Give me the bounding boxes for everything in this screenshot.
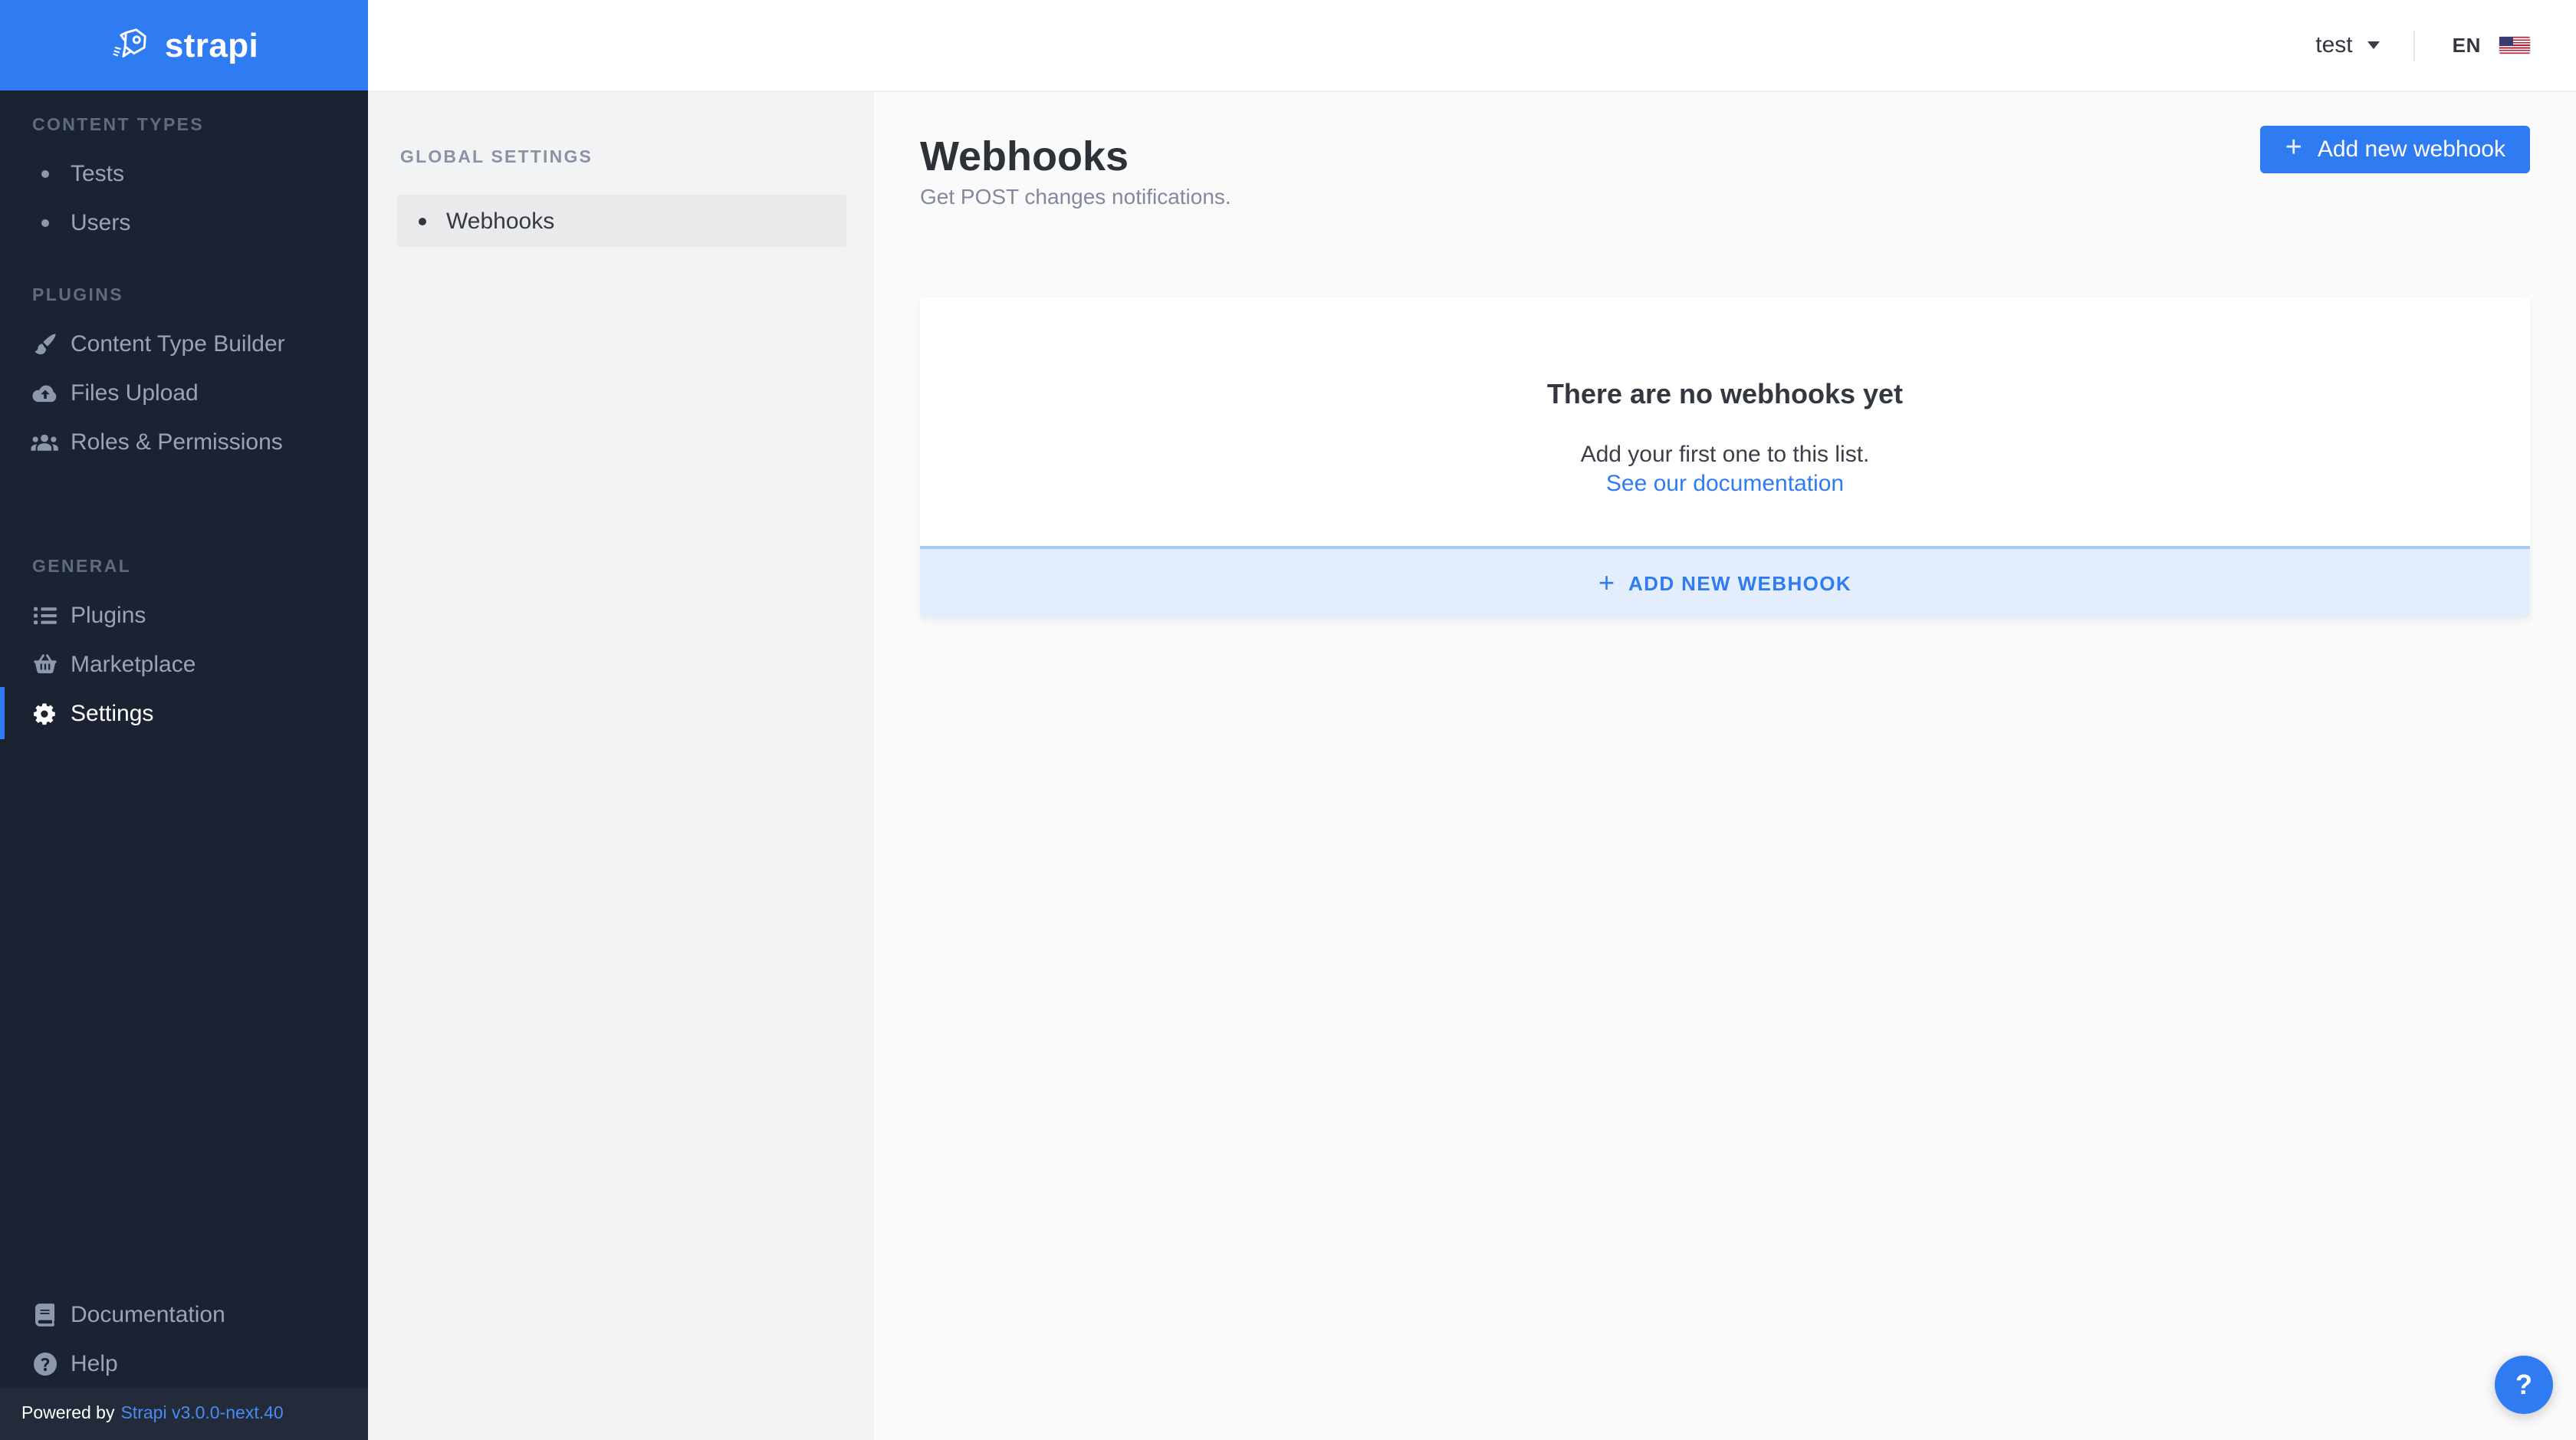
webhooks-empty-card: There are no webhooks yet Add your first… — [920, 298, 2530, 618]
subnav-item-webhooks[interactable]: Webhooks — [397, 195, 846, 247]
us-flag-icon — [2499, 37, 2530, 54]
documentation-link[interactable]: See our documentation — [920, 472, 2530, 497]
cloud-upload-icon — [31, 383, 58, 403]
bullet-icon — [31, 169, 58, 177]
section-label-content-types: CONTENT TYPES — [32, 117, 368, 135]
sidebar-item-label: Settings — [71, 700, 153, 726]
sidebar-item-label: Users — [71, 209, 130, 235]
list-icon — [31, 605, 58, 625]
global-settings-heading: GLOBAL SETTINGS — [400, 149, 874, 167]
empty-state-text: Add your first one to this list. — [920, 443, 2530, 468]
sidebar-section-plugins: PLUGINS Content Type Builder — [0, 287, 368, 466]
global-settings-panel: GLOBAL SETTINGS Webhooks — [368, 92, 874, 1440]
sidebar-item-label: Marketplace — [71, 651, 196, 677]
sidebar-section-general: GENERAL Plugins — [0, 558, 368, 738]
book-icon — [31, 1303, 58, 1326]
help-fab-button[interactable]: ? — [2495, 1356, 2553, 1414]
subnav-item-label: Webhooks — [446, 208, 554, 234]
sidebar-item-roles-permissions[interactable]: Roles & Permissions — [0, 417, 368, 466]
sidebar-item-users[interactable]: Users — [0, 198, 368, 247]
add-new-webhook-button[interactable]: + Add new webhook — [2261, 126, 2530, 173]
sidebar-item-content-type-builder[interactable]: Content Type Builder — [0, 319, 368, 368]
locale-switcher[interactable]: EN — [2453, 34, 2530, 57]
question-mark-label: ? — [2515, 1369, 2532, 1401]
topbar: test EN — [368, 0, 2576, 92]
app-window: strapi test EN CONTENT TYPES Tests Users — [0, 0, 2576, 1440]
bullet-icon — [31, 219, 58, 226]
topbar-divider — [2414, 30, 2416, 61]
page-subtitle: Get POST changes notifications. — [920, 182, 2530, 210]
sidebar-item-plugins[interactable]: Plugins — [0, 590, 368, 639]
locale-code: EN — [2453, 34, 2481, 57]
bullet-icon — [419, 217, 426, 225]
strapi-logo[interactable]: strapi — [0, 0, 368, 90]
sidebar-item-tests[interactable]: Tests — [0, 149, 368, 198]
chevron-down-icon — [2368, 41, 2380, 49]
sidebar-item-label: Plugins — [71, 602, 146, 628]
powered-by-text: Powered by — [21, 1405, 114, 1423]
sidebar-item-label: Documentation — [71, 1301, 225, 1327]
sidebar-section-content-types: CONTENT TYPES Tests Users — [0, 117, 368, 247]
rocket-icon — [110, 25, 151, 66]
empty-state-title: There are no webhooks yet — [920, 298, 2530, 413]
add-new-webhook-row-button[interactable]: + ADD NEW WEBHOOK — [920, 546, 2530, 618]
plus-icon: + — [2285, 133, 2302, 163]
sidebar-item-documentation[interactable]: Documentation — [0, 1290, 368, 1339]
add-new-webhook-label: Add new webhook — [2318, 136, 2505, 163]
main-content: Webhooks Get POST changes notifications.… — [874, 92, 2576, 1440]
sidebar-item-label: Tests — [71, 160, 124, 186]
paint-brush-icon — [31, 332, 58, 355]
page-header: Webhooks Get POST changes notifications.… — [920, 133, 2530, 298]
question-circle-icon — [31, 1352, 58, 1375]
sidebar: CONTENT TYPES Tests Users PLUGINS — [0, 90, 368, 1440]
add-new-webhook-row-label: ADD NEW WEBHOOK — [1628, 572, 1852, 595]
brand-name: strapi — [165, 25, 258, 65]
user-name: test — [2315, 32, 2352, 58]
section-label-general: GENERAL — [32, 558, 368, 577]
sidebar-item-help[interactable]: Help — [0, 1339, 368, 1388]
plus-icon: + — [1598, 568, 1615, 596]
strapi-version-link[interactable]: Strapi v3.0.0-next.40 — [120, 1405, 283, 1423]
sidebar-item-label: Roles & Permissions — [71, 429, 283, 455]
sidebar-item-label: Help — [71, 1350, 118, 1376]
sidebar-item-settings[interactable]: Settings — [0, 689, 368, 738]
powered-by-bar: Powered by Strapi v3.0.0-next.40 — [0, 1388, 368, 1440]
gear-icon — [31, 702, 58, 725]
basket-icon — [31, 653, 58, 675]
user-menu-toggle[interactable]: test — [2315, 32, 2380, 58]
sidebar-item-label: Files Upload — [71, 380, 199, 406]
sidebar-item-files-upload[interactable]: Files Upload — [0, 368, 368, 417]
section-label-plugins: PLUGINS — [32, 287, 368, 305]
empty-state: There are no webhooks yet Add your first… — [920, 298, 2530, 546]
sidebar-item-marketplace[interactable]: Marketplace — [0, 639, 368, 689]
users-icon — [31, 432, 58, 452]
sidebar-item-label: Content Type Builder — [71, 330, 285, 357]
